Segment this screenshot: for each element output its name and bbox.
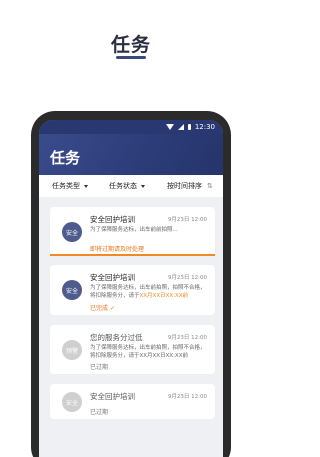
task-date: 9月23日 12:00 <box>167 335 207 341</box>
status-time: 12:30 <box>194 123 215 131</box>
task-status: 已完成 ✓ <box>90 303 115 312</box>
task-badge: 预警 <box>62 340 82 360</box>
task-card[interactable]: 安全 安全回护培训 9月23日 12:00 为了保障服务达标，出车前拍照，拍照不… <box>50 265 215 315</box>
caret-down-icon <box>141 184 145 188</box>
task-badge: 安全 <box>62 392 82 412</box>
task-desc-text: 为了保障服务达标，出车前拍照，拍照不合格，将扣除服务分，请于XX月XX日XX:X… <box>90 345 206 359</box>
task-status: 即将过期请及时处理 <box>90 246 145 253</box>
signal-icon <box>177 124 184 130</box>
task-date: 9月23日 12:00 <box>167 217 207 223</box>
task-desc: 为了保障服务达标，出车前拍照，拍照不合格，将扣除服务分，请于XX月XX日XX:X… <box>90 344 210 360</box>
task-title: 安全回护培训 <box>90 273 135 282</box>
sort-icon: ⇅ <box>207 182 213 190</box>
promo-title: 任务 <box>110 34 151 56</box>
task-title: 安全回护培训 <box>90 215 135 224</box>
task-status-text: 已完成 <box>90 305 109 312</box>
task-desc: 为了保障服务达标，出车前前拍照... <box>90 226 210 234</box>
task-desc-text: 为了保障服务达标，出车前前拍照... <box>90 227 178 233</box>
filter-bar: 任务类型 任务状态 按时间排序 ⇅ <box>39 175 223 197</box>
task-type-filter[interactable]: 任务类型 <box>52 181 88 191</box>
task-card[interactable]: 安全 安全回护培训 9月23日 12:00 已过期 <box>50 384 215 419</box>
status-bar: 12:30 <box>39 120 223 134</box>
task-title: 您的服务分过低 <box>90 333 143 342</box>
task-deadline-text: XX月XX日XX:XX前 <box>139 293 189 299</box>
task-badge: 安全 <box>62 280 82 300</box>
page-title: 任务 <box>50 149 81 167</box>
task-date: 9月23日 12:00 <box>167 394 207 400</box>
task-title: 安全回护培训 <box>90 392 135 401</box>
task-type-filter-label: 任务类型 <box>52 182 80 190</box>
sort-by-time-button[interactable]: 按时间排序 ⇅ <box>167 181 213 191</box>
checkmark-icon: ✓ <box>109 305 115 312</box>
app-screen: 12:30 任务 任务类型 任务状态 按时间排序 ⇅ 安全 安全回护培训 9月2… <box>39 120 223 457</box>
task-badge: 安全 <box>62 222 82 242</box>
task-card[interactable]: 安全 安全回护培训 9月23日 12:00 为了保障服务达标，出车前前拍照...… <box>50 207 215 256</box>
battery-icon <box>187 124 191 130</box>
task-status-filter-label: 任务状态 <box>109 182 137 190</box>
promo-underline <box>116 56 146 59</box>
task-status: 已过期 <box>90 364 109 371</box>
wifi-icon <box>165 124 174 130</box>
deadline-progress-bar <box>50 254 215 256</box>
phone-frame: 12:30 任务 任务类型 任务状态 按时间排序 ⇅ 安全 安全回护培训 9月2… <box>31 111 231 457</box>
task-status: 已过期 <box>90 409 109 416</box>
caret-down-icon <box>84 184 88 188</box>
task-desc: 为了保障服务达标，出车前拍照，拍照不合格，将扣除服务分，请于XX月XX日XX:X… <box>90 284 210 300</box>
app-header: 12:30 任务 <box>39 120 223 175</box>
sort-by-time-label: 按时间排序 <box>167 182 202 190</box>
task-card[interactable]: 预警 您的服务分过低 9月23日 12:00 为了保障服务达标，出车前拍照，拍照… <box>50 325 215 374</box>
task-date: 9月23日 12:00 <box>167 275 207 281</box>
task-status-filter[interactable]: 任务状态 <box>109 181 145 191</box>
